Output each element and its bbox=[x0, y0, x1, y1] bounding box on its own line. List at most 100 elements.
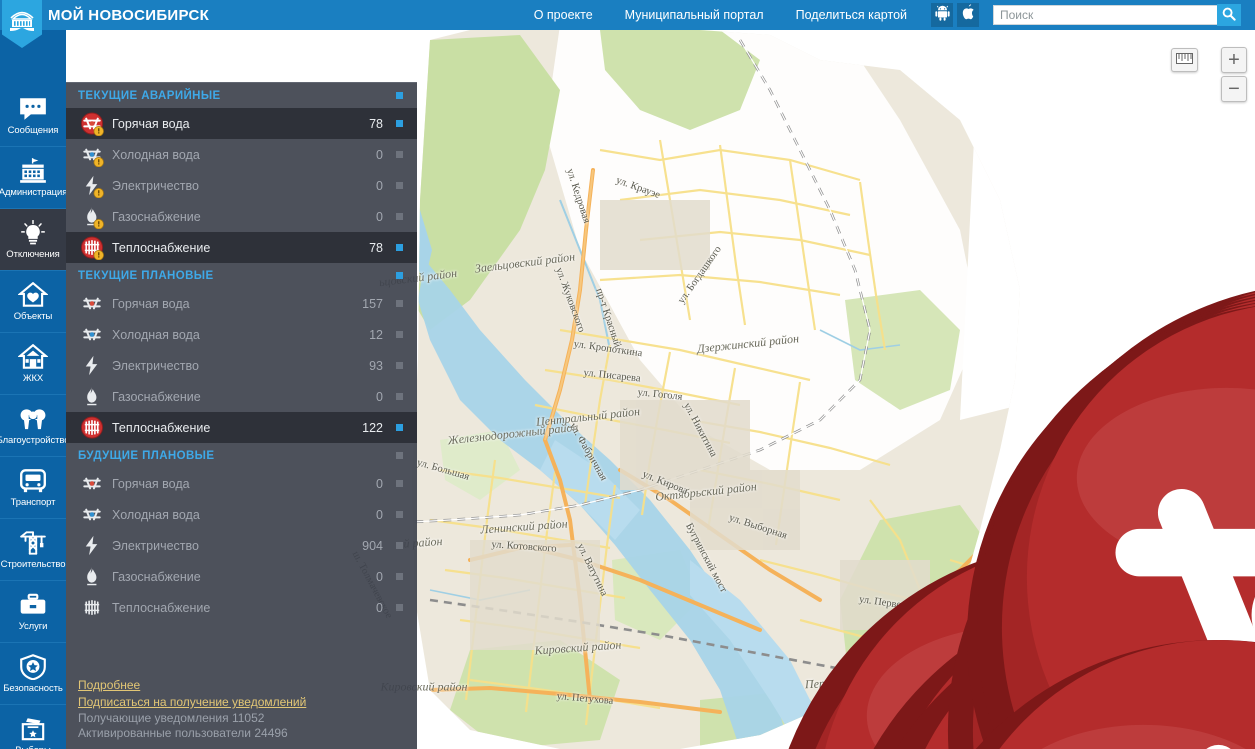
ruler-icon bbox=[1176, 51, 1193, 69]
rail-item-4[interactable]: ЖКХ bbox=[0, 333, 66, 395]
outage-row-visibility-toggle[interactable] bbox=[396, 213, 403, 220]
outage-row-visibility-toggle[interactable] bbox=[396, 331, 403, 338]
outage-row[interactable]: Холодная вода 12 bbox=[66, 319, 417, 350]
subscribe-link[interactable]: Подписаться на получение уведомлений bbox=[78, 694, 417, 711]
outage-row-count: 904 bbox=[362, 538, 383, 553]
outage-row-visibility-toggle[interactable] bbox=[396, 151, 403, 158]
outage-row[interactable]: Горячая вода 157 bbox=[66, 288, 417, 319]
outage-row[interactable]: Электричество 0 bbox=[66, 170, 417, 201]
outage-row-label: Теплоснабжение bbox=[112, 600, 211, 615]
section-visibility-toggle[interactable] bbox=[396, 92, 403, 99]
search-button[interactable] bbox=[1217, 4, 1241, 26]
outage-row-visibility-toggle[interactable] bbox=[396, 120, 403, 127]
outage-row-label: Холодная вода bbox=[112, 507, 200, 522]
outage-row-label: Горячая вода bbox=[112, 476, 190, 491]
outage-row[interactable]: Теплоснабжение 78 bbox=[66, 232, 417, 263]
zoom-in-button[interactable]: + bbox=[1221, 47, 1247, 73]
outage-row-count: 0 bbox=[376, 600, 383, 615]
outage-row-visibility-toggle[interactable] bbox=[396, 573, 403, 580]
rail-item-7[interactable]: Строительство bbox=[0, 519, 66, 581]
apple-icon bbox=[961, 4, 975, 26]
rail-item-10[interactable]: Выборы bbox=[0, 705, 66, 749]
outage-row-count: 12 bbox=[369, 327, 383, 342]
cold-water-valve-alert-icon bbox=[78, 142, 106, 168]
rail-item-label: Безопасность bbox=[3, 683, 63, 694]
outage-row-visibility-toggle[interactable] bbox=[396, 182, 403, 189]
outage-row[interactable]: Теплоснабжение 122 bbox=[66, 412, 417, 443]
measure-tool-button[interactable] bbox=[1171, 48, 1198, 72]
outage-row-label: Теплоснабжение bbox=[112, 240, 211, 255]
shield-star-icon bbox=[18, 653, 48, 681]
rail-item-9[interactable]: Безопасность bbox=[0, 643, 66, 705]
outage-row[interactable]: Электричество 904 bbox=[66, 530, 417, 561]
zoom-out-button[interactable]: − bbox=[1221, 76, 1247, 102]
outage-row-count: 0 bbox=[376, 476, 383, 491]
android-app-link[interactable] bbox=[931, 3, 953, 27]
section-header-2[interactable]: БУДУЩИЕ ПЛАНОВЫЕ bbox=[66, 443, 417, 468]
heating-radiator-red-icon bbox=[78, 415, 106, 441]
outage-row[interactable]: Холодная вода 0 bbox=[66, 499, 417, 530]
electricity-bolt-icon bbox=[78, 353, 106, 379]
nav-municipal-portal[interactable]: Муниципальный портал bbox=[609, 0, 780, 30]
section-header-0[interactable]: ТЕКУЩИЕ АВАРИЙНЫЕ bbox=[66, 83, 417, 108]
application-root: Заельцовский район ьцовский район Дзержинс… bbox=[0, 0, 1255, 749]
nav-share-map[interactable]: Поделиться картой bbox=[780, 0, 923, 30]
search-input[interactable] bbox=[993, 5, 1217, 25]
cold-water-valve-icon bbox=[78, 502, 106, 528]
rail-item-6[interactable]: Транспорт bbox=[0, 457, 66, 519]
outage-row[interactable]: Газоснабжение 0 bbox=[66, 201, 417, 232]
outage-row-visibility-toggle[interactable] bbox=[396, 542, 403, 549]
outage-row-count: 0 bbox=[376, 389, 383, 404]
details-link[interactable]: Подробнее bbox=[78, 677, 417, 694]
outage-row[interactable]: Газоснабжение 0 bbox=[66, 561, 417, 592]
gas-flame-icon bbox=[78, 384, 106, 410]
outage-row-visibility-toggle[interactable] bbox=[396, 424, 403, 431]
ballot-box-icon bbox=[18, 715, 48, 743]
outage-row-label: Газоснабжение bbox=[112, 389, 201, 404]
outage-row-count: 0 bbox=[376, 569, 383, 584]
rail-item-label: Благоустройство bbox=[0, 435, 66, 446]
outage-row-count: 93 bbox=[369, 358, 383, 373]
section-visibility-toggle[interactable] bbox=[396, 452, 403, 459]
outage-row-visibility-toggle[interactable] bbox=[396, 393, 403, 400]
rail-item-label: ЖКХ bbox=[22, 373, 44, 384]
outage-row-count: 122 bbox=[362, 420, 383, 435]
outage-row-visibility-toggle[interactable] bbox=[396, 604, 403, 611]
outage-row-visibility-toggle[interactable] bbox=[396, 480, 403, 487]
outage-row-visibility-toggle[interactable] bbox=[396, 244, 403, 251]
nav-about[interactable]: О проекте bbox=[518, 0, 609, 30]
outage-row[interactable]: Горячая вода 78 bbox=[66, 108, 417, 139]
top-navigation-bar: МОЙ НОВОСИБИРСК О проекте Муниципальный … bbox=[0, 0, 1255, 48]
outage-row-visibility-toggle[interactable] bbox=[396, 300, 403, 307]
rail-item-0[interactable]: Сообщения bbox=[0, 85, 66, 147]
panel-footer: Подробнее Подписаться на получение уведо… bbox=[66, 677, 417, 749]
rail-item-label: Сообщения bbox=[7, 125, 59, 136]
rail-item-label: Транспорт bbox=[10, 497, 56, 508]
nav-links: О проекте Муниципальный портал Поделитьс… bbox=[518, 0, 1255, 30]
outage-row-count: 78 bbox=[369, 116, 383, 131]
minus-icon: − bbox=[1228, 77, 1240, 100]
outage-row-count: 157 bbox=[362, 296, 383, 311]
section-visibility-toggle[interactable] bbox=[396, 272, 403, 279]
rail-item-8[interactable]: Услуги bbox=[0, 581, 66, 643]
outage-row[interactable]: Газоснабжение 0 bbox=[66, 381, 417, 412]
section-header-1[interactable]: ТЕКУЩИЕ ПЛАНОВЫЕ bbox=[66, 263, 417, 288]
rail-item-3[interactable]: Объекты bbox=[0, 271, 66, 333]
outage-row-label: Теплоснабжение bbox=[112, 420, 211, 435]
outage-row-count: 78 bbox=[369, 240, 383, 255]
map-marker[interactable] bbox=[591, 615, 1255, 749]
outage-row[interactable]: Теплоснабжение 0 bbox=[66, 592, 417, 623]
trees-icon bbox=[18, 405, 48, 433]
ios-app-link[interactable] bbox=[957, 3, 979, 27]
outage-row[interactable]: Горячая вода 0 bbox=[66, 468, 417, 499]
outage-row-visibility-toggle[interactable] bbox=[396, 511, 403, 518]
rail-item-1[interactable]: Администрация bbox=[0, 147, 66, 209]
rail-item-2[interactable]: Отключения bbox=[0, 209, 66, 271]
heating-radiator-icon bbox=[78, 595, 106, 621]
gas-flame-icon bbox=[78, 564, 106, 590]
search-box bbox=[993, 4, 1241, 26]
rail-item-5[interactable]: Благоустройство bbox=[0, 395, 66, 457]
outage-row[interactable]: Холодная вода 0 bbox=[66, 139, 417, 170]
outage-row-visibility-toggle[interactable] bbox=[396, 362, 403, 369]
outage-row[interactable]: Электричество 93 bbox=[66, 350, 417, 381]
